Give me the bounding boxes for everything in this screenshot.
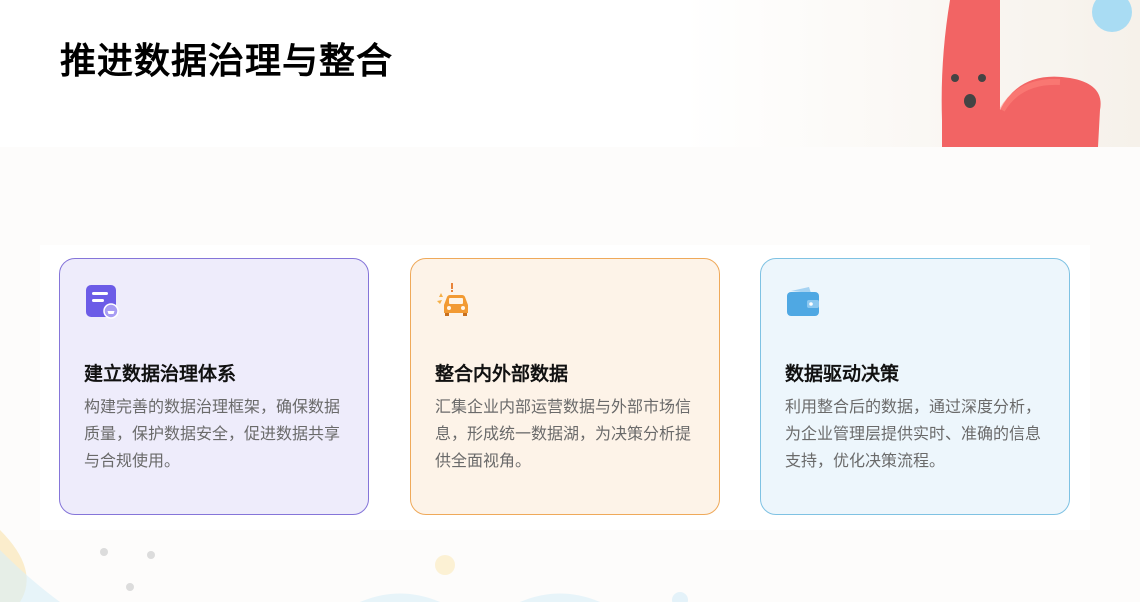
wallet-icon	[787, 287, 819, 316]
card-title: 建立数据治理体系	[84, 363, 237, 385]
card-description: 构建完善的数据治理框架，确保数据质量，保护数据安全，促进数据共享与合规使用。	[84, 397, 341, 470]
cartoon-character-decoration	[941, 0, 1132, 147]
card-title: 数据驱动决策	[785, 363, 900, 385]
page-title: 推进数据治理与整合	[60, 41, 394, 82]
card-title: 整合内外部数据	[435, 363, 569, 385]
card-governance: 建立数据治理体系 构建完善的数据治理框架，确保数据质量，保护数据安全，促进数据共…	[59, 258, 369, 515]
card-decision: 数据驱动决策 利用整合后的数据，通过深度分析，为企业管理层提供实时、准确的信息支…	[760, 258, 1070, 515]
card-description: 汇集企业内部运营数据与外部市场信息，形成统一数据湖，为决策分析提供全面视角。	[435, 397, 692, 470]
car-alert-icon	[437, 283, 468, 316]
card-description: 利用整合后的数据，通过深度分析，为企业管理层提供实时、准确的信息支持，优化决策流…	[785, 397, 1042, 470]
document-icon	[86, 285, 119, 319]
bottom-decoration	[0, 530, 688, 602]
card-integration: 整合内外部数据 汇集企业内部运营数据与外部市场信息，形成统一数据湖，为决策分析提…	[410, 258, 720, 515]
header: 推进数据治理与整合	[0, 0, 1140, 147]
